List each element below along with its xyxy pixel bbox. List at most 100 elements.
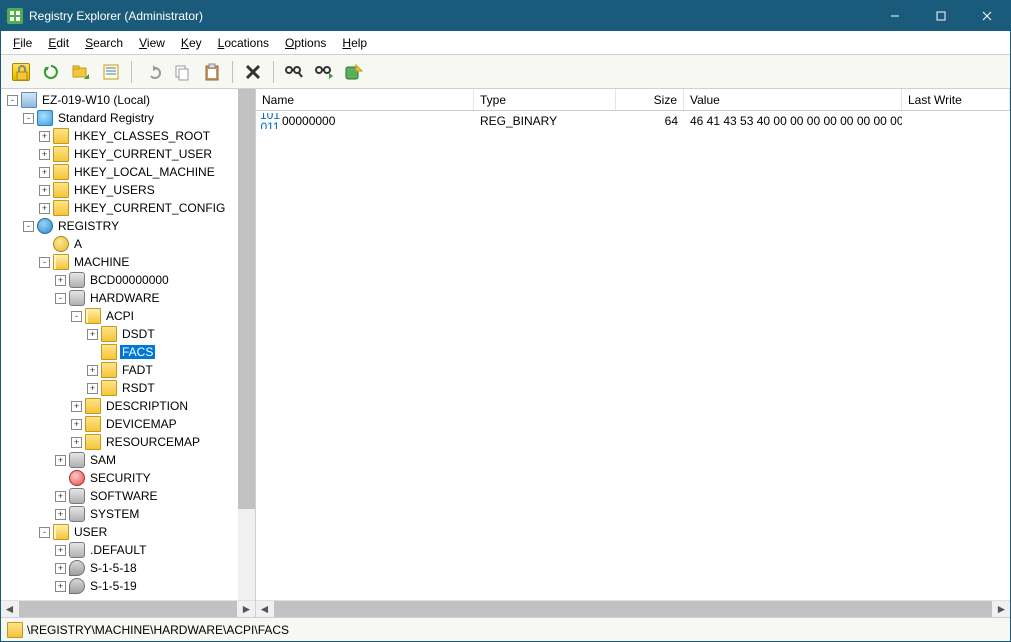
scroll-left-icon[interactable]: ◄	[256, 601, 273, 617]
minimize-button[interactable]	[872, 1, 918, 31]
tree-node[interactable]: +DEVICEMAP	[1, 415, 255, 433]
tree-node[interactable]: +HKEY_CURRENT_CONFIG	[1, 199, 255, 217]
tree-node[interactable]: -USER	[1, 523, 255, 541]
collapse-icon[interactable]: -	[71, 311, 82, 322]
expand-icon[interactable]: +	[71, 437, 82, 448]
expand-icon[interactable]: +	[87, 365, 98, 376]
tree-node-label: FACS	[120, 345, 155, 359]
menu-options[interactable]: Options	[277, 34, 334, 52]
menu-edit[interactable]: Edit	[40, 34, 77, 52]
tree-node[interactable]: -REGISTRY	[1, 217, 255, 235]
column-type[interactable]: Type	[474, 89, 616, 110]
column-name[interactable]: Name	[256, 89, 474, 110]
tree-node[interactable]: -EZ-019-W10 (Local)	[1, 91, 255, 109]
menu-search[interactable]: Search	[77, 34, 131, 52]
tree-node[interactable]: +RESOURCEMAP	[1, 433, 255, 451]
tree-vertical-scrollbar[interactable]	[238, 89, 255, 600]
tree-node[interactable]: +RSDT	[1, 379, 255, 397]
statusbar: \REGISTRY\MACHINE\HARDWARE\ACPI\FACS	[1, 617, 1010, 641]
maximize-button[interactable]	[918, 1, 964, 31]
tree-node[interactable]: +.DEFAULT	[1, 541, 255, 559]
tree-node[interactable]: +BCD00000000	[1, 271, 255, 289]
expander-placeholder	[55, 473, 66, 484]
expand-icon[interactable]: +	[71, 401, 82, 412]
scroll-right-icon[interactable]: ►	[993, 601, 1010, 617]
expand-icon[interactable]: +	[39, 203, 50, 214]
scrollbar-thumb[interactable]	[238, 89, 255, 509]
tree-node[interactable]: +S-1-5-18	[1, 559, 255, 577]
toolbar-separator	[232, 61, 233, 83]
delete-button[interactable]	[239, 58, 267, 86]
collapse-icon[interactable]: -	[23, 221, 34, 232]
expand-icon[interactable]: +	[55, 455, 66, 466]
column-lastwrite[interactable]: Last Write	[902, 89, 1010, 110]
tree-node[interactable]: +DESCRIPTION	[1, 397, 255, 415]
notes-button[interactable]	[97, 58, 125, 86]
export-button[interactable]	[340, 58, 368, 86]
expand-icon[interactable]: +	[55, 545, 66, 556]
tree-node[interactable]: SECURITY	[1, 469, 255, 487]
expander-placeholder	[87, 347, 98, 358]
expand-icon[interactable]: +	[87, 329, 98, 340]
find-next-button[interactable]	[310, 58, 338, 86]
menu-help[interactable]: Help	[334, 34, 375, 52]
close-button[interactable]	[964, 1, 1010, 31]
tree-node[interactable]: +HKEY_CLASSES_ROOT	[1, 127, 255, 145]
expand-icon[interactable]: +	[39, 131, 50, 142]
expand-icon[interactable]: +	[55, 581, 66, 592]
lock-button[interactable]	[7, 58, 35, 86]
tree-node[interactable]: +S-1-5-19	[1, 577, 255, 595]
collapse-icon[interactable]: -	[55, 293, 66, 304]
collapse-icon[interactable]: -	[39, 257, 50, 268]
value-row[interactable]: 10101100000000REG_BINARY6446 41 43 53 40…	[256, 111, 1010, 131]
tree-node[interactable]: +SYSTEM	[1, 505, 255, 523]
tree-horizontal-scrollbar[interactable]: ◄ ►	[1, 600, 255, 617]
expand-icon[interactable]: +	[55, 491, 66, 502]
menu-file[interactable]: File	[5, 34, 40, 52]
scrollbar-thumb[interactable]	[274, 601, 992, 617]
values-list[interactable]: 10101100000000REG_BINARY6446 41 43 53 40…	[256, 111, 1010, 600]
tree-node[interactable]: -HARDWARE	[1, 289, 255, 307]
scroll-right-icon[interactable]: ►	[238, 601, 255, 617]
find-button[interactable]	[280, 58, 308, 86]
tree-node[interactable]: +HKEY_USERS	[1, 181, 255, 199]
tree-node[interactable]: A	[1, 235, 255, 253]
tree-node[interactable]: +SAM	[1, 451, 255, 469]
tree-node[interactable]: -ACPI	[1, 307, 255, 325]
app-window: Registry Explorer (Administrator) File E…	[0, 0, 1011, 642]
collapse-icon[interactable]: -	[7, 95, 18, 106]
column-value[interactable]: Value	[684, 89, 902, 110]
column-size[interactable]: Size	[616, 89, 684, 110]
expand-icon[interactable]: +	[87, 383, 98, 394]
tree-node[interactable]: -Standard Registry	[1, 109, 255, 127]
menu-locations[interactable]: Locations	[210, 34, 277, 52]
tree-node[interactable]: +DSDT	[1, 325, 255, 343]
expand-icon[interactable]: +	[55, 509, 66, 520]
tree-node[interactable]: +HKEY_CURRENT_USER	[1, 145, 255, 163]
expand-icon[interactable]: +	[55, 275, 66, 286]
menu-view[interactable]: View	[131, 34, 173, 52]
collapse-icon[interactable]: -	[23, 113, 34, 124]
browse-button[interactable]	[67, 58, 95, 86]
values-horizontal-scrollbar[interactable]: ◄ ►	[256, 600, 1010, 617]
menu-key[interactable]: Key	[173, 34, 210, 52]
expand-icon[interactable]: +	[71, 419, 82, 430]
scrollbar-thumb[interactable]	[19, 601, 237, 617]
scroll-left-icon[interactable]: ◄	[1, 601, 18, 617]
window-controls	[872, 1, 1010, 31]
tree-node[interactable]: FACS	[1, 343, 255, 361]
expand-icon[interactable]: +	[39, 167, 50, 178]
expand-icon[interactable]: +	[39, 185, 50, 196]
expand-icon[interactable]: +	[55, 563, 66, 574]
undo-button[interactable]	[138, 58, 166, 86]
copy-button[interactable]	[168, 58, 196, 86]
refresh-button[interactable]	[37, 58, 65, 86]
tree-node[interactable]: -MACHINE	[1, 253, 255, 271]
tree-node[interactable]: +FADT	[1, 361, 255, 379]
expand-icon[interactable]: +	[39, 149, 50, 160]
tree-node[interactable]: +SOFTWARE	[1, 487, 255, 505]
collapse-icon[interactable]: -	[39, 527, 50, 538]
tree-view[interactable]: -EZ-019-W10 (Local)-Standard Registry+HK…	[1, 89, 255, 600]
tree-node[interactable]: +HKEY_LOCAL_MACHINE	[1, 163, 255, 181]
paste-button[interactable]	[198, 58, 226, 86]
